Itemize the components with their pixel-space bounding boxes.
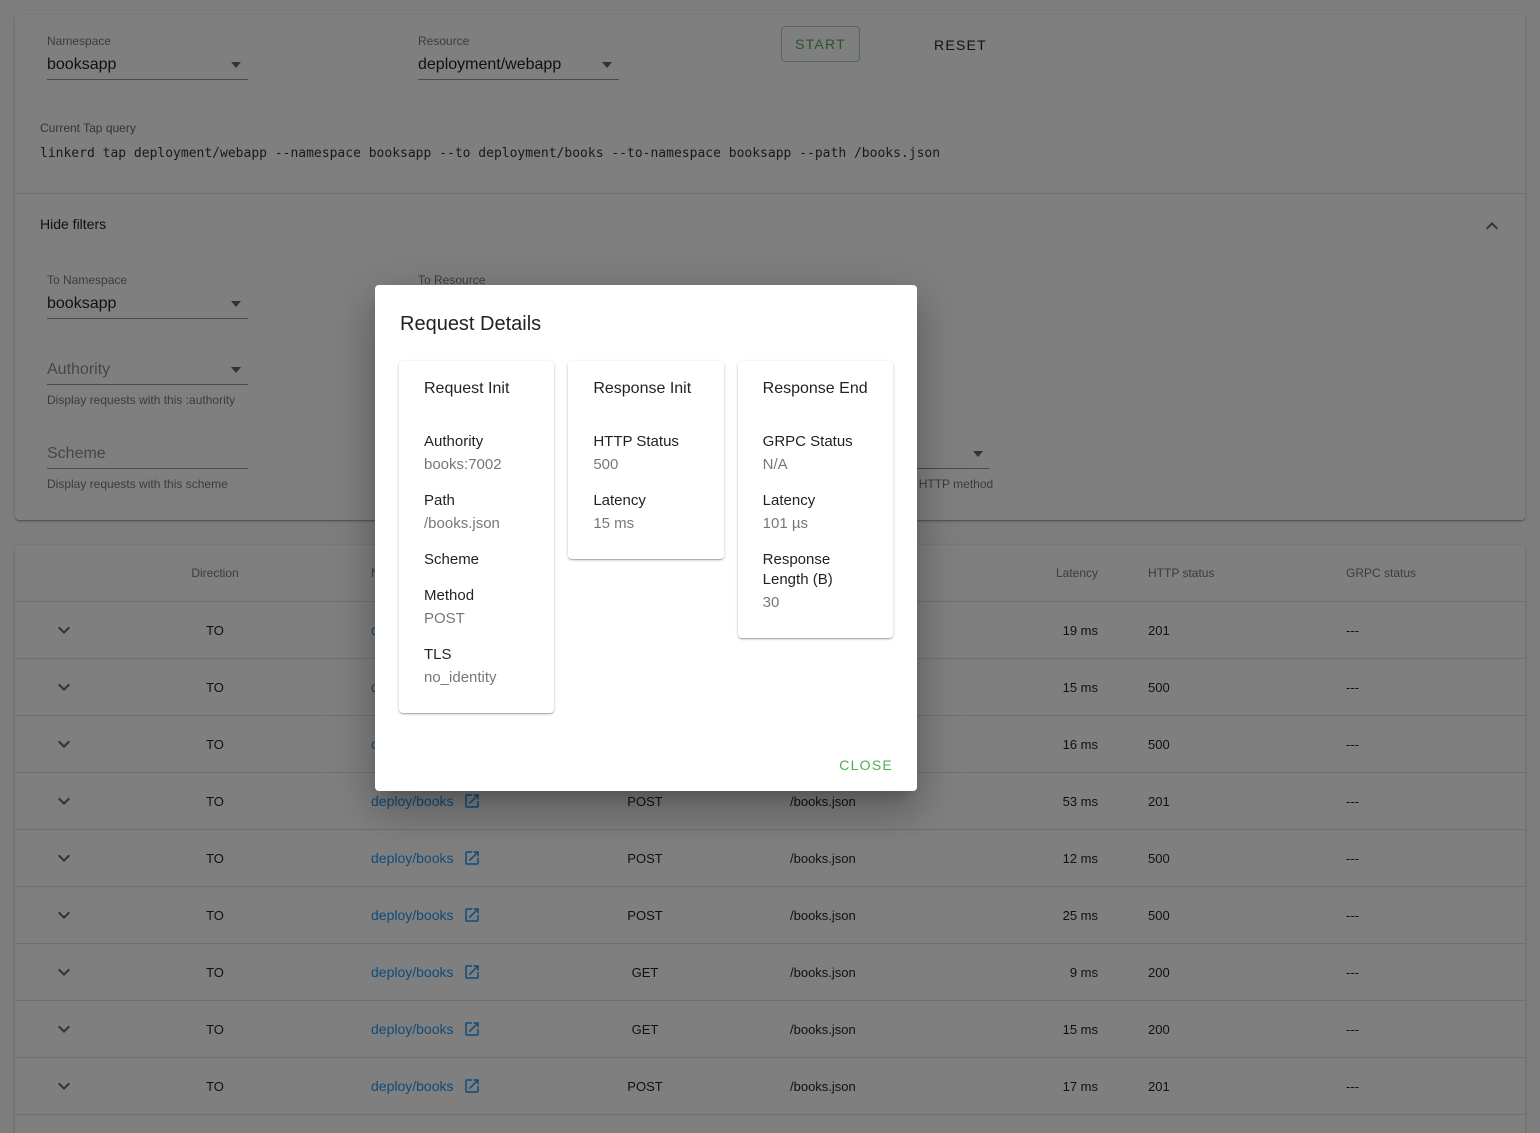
detail-field: Response Length (B) 30 (763, 550, 868, 613)
modal-actions: CLOSE (831, 749, 901, 781)
detail-field-value: N/A (762, 456, 788, 473)
detail-field: Authority books:7002 (424, 432, 529, 475)
detail-field: GRPC Status N/A (763, 432, 868, 475)
detail-field: Scheme (424, 550, 529, 570)
detail-field-value: 500 (593, 456, 619, 473)
detail-field-value: 30 (762, 594, 780, 611)
detail-field-label: Method (424, 587, 475, 604)
close-button[interactable]: CLOSE (831, 749, 901, 781)
detail-field-value: /books.json (424, 515, 500, 532)
detail-field-label: HTTP Status (593, 433, 679, 450)
detail-field-value: books:7002 (424, 456, 502, 473)
detail-field-label: Latency (593, 492, 646, 509)
detail-field-label: Authority (424, 433, 484, 450)
request-event-cards: Request Init Authority books:7002 Path/book… (399, 361, 893, 713)
request-details-modal: Request Details Request Init Authority boo… (375, 285, 917, 791)
detail-field-label: Path (424, 492, 455, 509)
detail-field-label: TLS (424, 646, 452, 663)
request-event-card: Response Init HTTP Status 500 Latency 15 ms (568, 361, 724, 559)
card-title: Request Init (424, 380, 510, 397)
detail-field-value: 101 µs (762, 515, 808, 532)
detail-field-value: no_identity (424, 669, 497, 686)
detail-field: Latency 101 µs (763, 491, 868, 534)
detail-field-value: POST (424, 610, 465, 627)
detail-field: Method POST (424, 586, 529, 629)
request-event-card: Response End GRPC Status N/A Latency 101 µs R… (737, 361, 893, 638)
card-title: Response End (762, 380, 868, 397)
detail-field: HTTP Status 500 (593, 432, 698, 475)
detail-field: TLS no_identity (424, 645, 529, 688)
detail-field-label: Scheme (424, 551, 480, 568)
card-title: Response Init (593, 380, 692, 397)
detail-field-label: Latency (762, 492, 816, 509)
detail-field: Latency 15 ms (593, 491, 698, 534)
detail-field: Path/books.json (424, 491, 529, 534)
detail-field-label: Response Length (B) (762, 551, 833, 588)
detail-field-value: 15 ms (593, 515, 635, 532)
detail-field-label: GRPC Status (762, 433, 853, 450)
request-event-card: Request Init Authority books:7002 Path/book… (399, 361, 555, 713)
modal-title: Request Details (400, 313, 542, 335)
